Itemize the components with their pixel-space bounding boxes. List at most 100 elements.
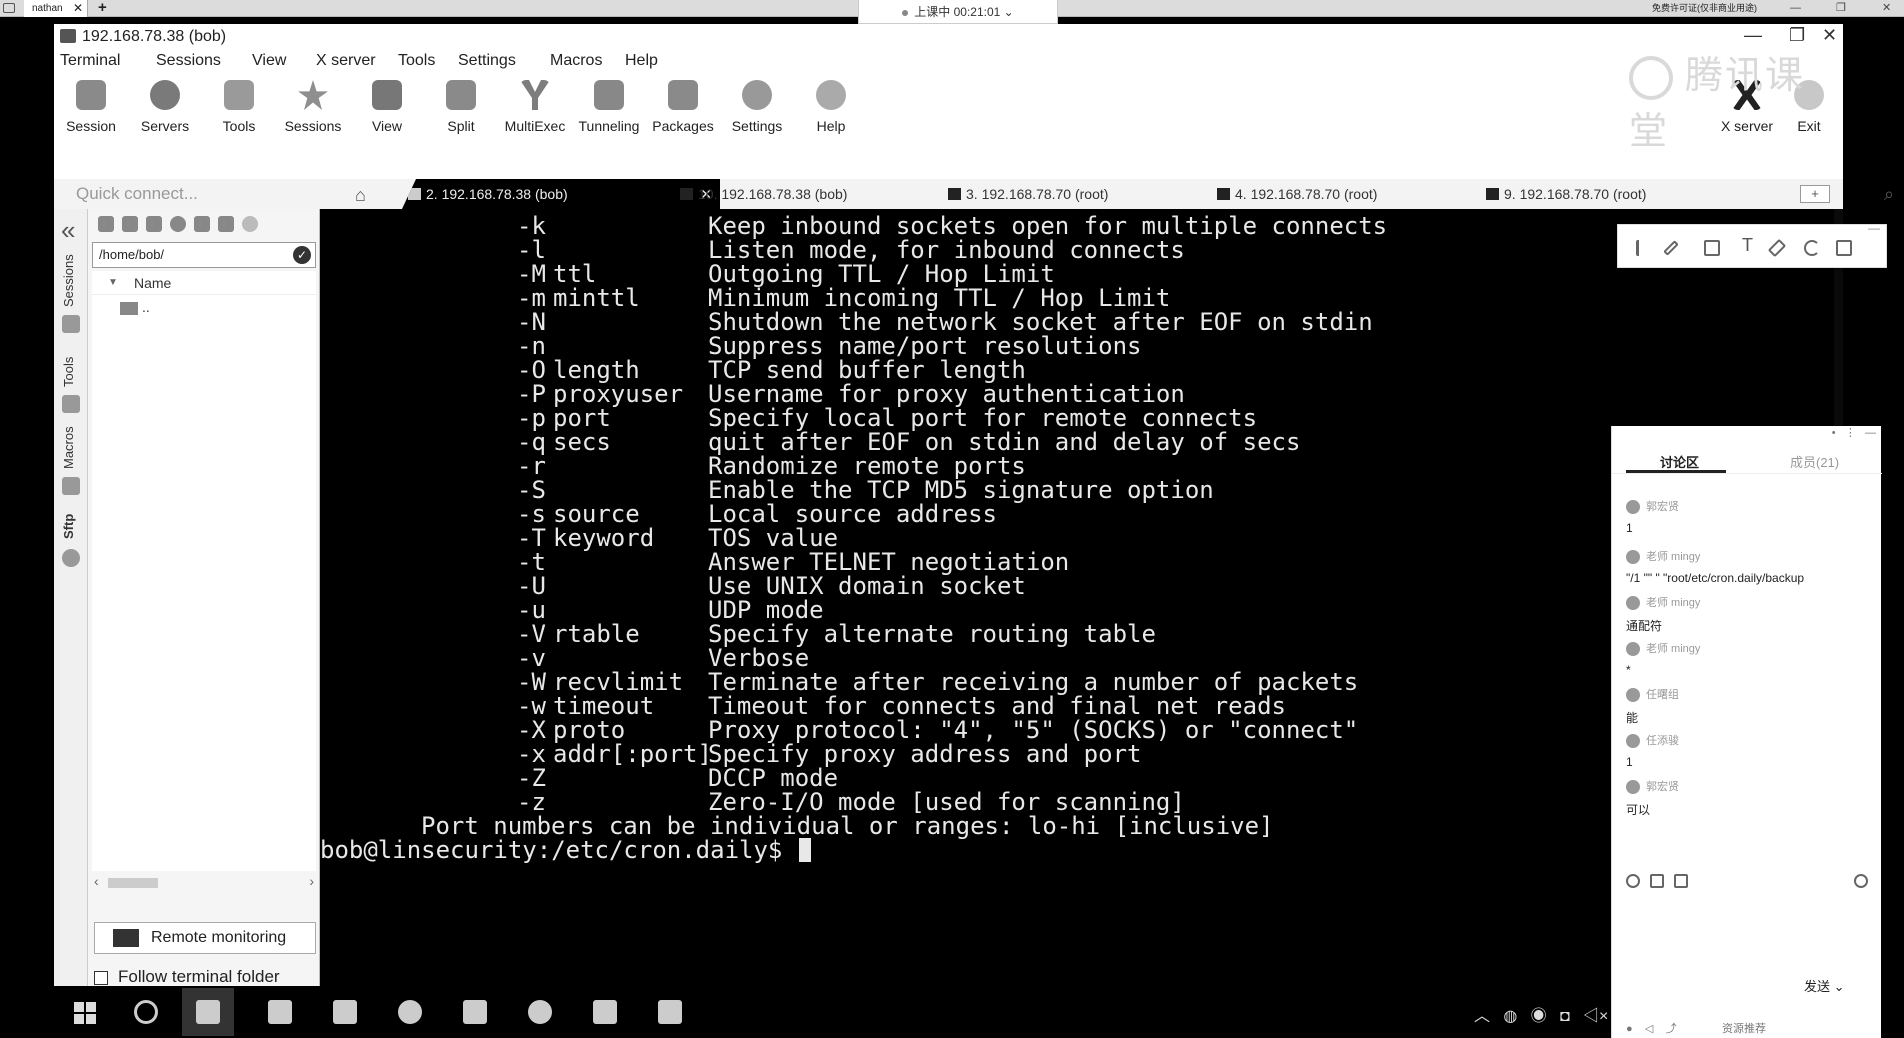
toolbar-multiexec-button[interactable]: MultiExec xyxy=(498,80,572,134)
taskbar-search-icon[interactable] xyxy=(128,994,164,1030)
emoji-icon[interactable] xyxy=(1626,874,1640,888)
session-tab-4[interactable]: 4. 192.168.78.70 (root) xyxy=(1211,179,1461,209)
taskbar-chrome-icon[interactable] xyxy=(522,994,558,1030)
eraser-icon[interactable] xyxy=(1767,238,1787,258)
session-tab-10[interactable]: 10. 192.168.78.38 (bob) xyxy=(674,179,924,209)
upload-icon[interactable] xyxy=(146,216,162,232)
toolbar-view-button[interactable]: View xyxy=(350,80,424,134)
delete-icon[interactable] xyxy=(242,216,258,232)
sftp-path-input[interactable]: /home/bob/ ✓ xyxy=(92,242,316,268)
more-icon[interactable]: ⋮ xyxy=(1845,427,1856,439)
share-icon[interactable]: ⤴ xyxy=(1666,1023,1677,1035)
live-session-indicator[interactable]: 上课中 00:21:01 ⌄ xyxy=(858,0,1058,24)
toolbar-packages-button[interactable]: Packages xyxy=(646,80,720,134)
toolbar-tools-button[interactable]: Tools xyxy=(202,80,276,134)
toolbar-settings-button[interactable]: Settings xyxy=(720,80,794,134)
taskbar-photos-icon[interactable] xyxy=(182,988,234,1036)
window-maximize-button[interactable]: ❐ xyxy=(1789,25,1805,46)
toolbar-sessions-button[interactable]: Sessions xyxy=(276,80,350,134)
name-column-header[interactable]: ▼ Name xyxy=(92,271,316,295)
tab-members[interactable]: 成员(21) xyxy=(1790,452,1839,471)
menu-settings[interactable]: Settings xyxy=(458,52,516,70)
chat-bubble-icon[interactable]: ◘ xyxy=(1560,1008,1570,1025)
pen-icon[interactable] xyxy=(1663,240,1679,256)
speaker-icon[interactable]: ◁ xyxy=(1645,1023,1653,1035)
close-tab-icon[interactable]: ✕ xyxy=(73,0,83,17)
close-window-button[interactable]: ✕ xyxy=(1882,0,1891,17)
sftp-side-tab[interactable]: Sftp xyxy=(61,514,76,539)
taskbar-app-icon[interactable] xyxy=(457,994,493,1030)
taskbar-taskview-icon[interactable] xyxy=(262,994,298,1030)
undo-icon[interactable] xyxy=(1804,240,1820,256)
window-close-button[interactable]: ✕ xyxy=(1822,25,1837,46)
taskbar-terminal-icon[interactable] xyxy=(587,994,623,1030)
pin-icon[interactable]: • xyxy=(1832,427,1836,439)
tab-list-icon[interactable] xyxy=(3,3,15,13)
text-icon[interactable]: T xyxy=(1742,235,1753,256)
rectangle-icon[interactable] xyxy=(1704,240,1720,256)
taskbar-edge-icon[interactable] xyxy=(392,994,428,1030)
menu-macros[interactable]: Macros xyxy=(550,52,602,70)
new-folder-icon[interactable] xyxy=(194,216,210,232)
paperclip-icon[interactable]: ⌕ xyxy=(1884,184,1894,205)
download-icon[interactable] xyxy=(122,216,138,232)
toolbar-tunneling-button[interactable]: Tunneling xyxy=(572,80,646,134)
resource-recommend-link[interactable]: 资源推荐 xyxy=(1722,1020,1766,1036)
menu-sessions[interactable]: Sessions xyxy=(156,52,221,70)
start-button[interactable] xyxy=(74,1002,96,1024)
horizontal-scrollbar[interactable]: ‹ › xyxy=(92,873,316,891)
quick-connect-input[interactable]: Quick connect... xyxy=(64,181,314,207)
toolbar-servers-button[interactable]: Servers xyxy=(128,80,202,134)
shell-prompt-line[interactable]: bob@linsecurity:/etc/cron.daily$ xyxy=(320,838,811,862)
list-item[interactable]: .. xyxy=(120,299,150,315)
folder-up-icon[interactable] xyxy=(98,216,114,232)
home-icon[interactable]: ⌂ xyxy=(355,185,366,206)
session-tab-9[interactable]: 9. 192.168.78.70 (root) xyxy=(1480,179,1730,209)
volume-muted-icon[interactable]: ◁× xyxy=(1583,1008,1608,1025)
session-tab-3[interactable]: 3. 192.168.78.70 (root) xyxy=(942,179,1192,209)
scroll-left-icon[interactable]: ‹ xyxy=(94,873,99,889)
scissors-icon[interactable] xyxy=(1650,874,1664,888)
sessions-side-tab[interactable]: Sessions xyxy=(61,254,76,307)
menu-tools[interactable]: Tools xyxy=(398,52,435,70)
minimize-icon[interactable]: — xyxy=(1865,427,1876,439)
tools-side-tab[interactable]: Tools xyxy=(61,357,76,387)
new-tab-button[interactable]: + xyxy=(98,0,107,16)
scroll-right-icon[interactable]: › xyxy=(309,873,314,889)
restore-button[interactable]: ❐ xyxy=(1836,0,1846,17)
browser-tab[interactable]: nathan ✕ xyxy=(24,0,88,17)
scroll-thumb[interactable] xyxy=(108,878,158,888)
minimize-icon[interactable]: — xyxy=(1868,221,1880,235)
mic-icon[interactable]: ● xyxy=(1626,1023,1633,1035)
tray-app-icon[interactable]: ◉ xyxy=(1531,1008,1547,1025)
pointer-icon[interactable] xyxy=(1636,240,1652,256)
tab-discussion[interactable]: 讨论区 xyxy=(1660,452,1699,471)
follow-terminal-folder-checkbox[interactable]: Follow terminal folder xyxy=(94,967,280,987)
image-icon[interactable] xyxy=(1674,874,1688,888)
menu-help[interactable]: Help xyxy=(625,52,658,70)
minimize-button[interactable]: — xyxy=(1790,0,1801,17)
confirm-path-icon[interactable]: ✓ xyxy=(293,246,311,264)
remote-monitoring-button[interactable]: Remote monitoring xyxy=(94,922,316,954)
trash-icon[interactable] xyxy=(1836,240,1852,256)
network-icon[interactable]: ◍ xyxy=(1503,1008,1517,1025)
send-button[interactable]: 发送 ⌄ xyxy=(1794,976,1864,998)
menu-view[interactable]: View xyxy=(252,52,286,70)
toolbar-split-button[interactable]: Split xyxy=(424,80,498,134)
menu-terminal[interactable]: Terminal xyxy=(60,52,120,70)
taskbar-explorer-icon[interactable] xyxy=(327,994,363,1030)
session-tab-2[interactable]: 2. 192.168.78.38 (bob) ✕ xyxy=(402,179,720,209)
new-session-tab-button[interactable]: + xyxy=(1800,185,1830,203)
menu-x-server[interactable]: X server xyxy=(316,52,376,70)
settings-icon[interactable] xyxy=(1854,874,1868,888)
toolbar-session-button[interactable]: Session xyxy=(54,80,128,134)
collapse-sidebar-icon[interactable]: « xyxy=(61,215,75,246)
new-file-icon[interactable] xyxy=(218,216,234,232)
window-minimize-button[interactable]: — xyxy=(1744,25,1762,46)
option-description: Keep inbound sockets open for multiple c… xyxy=(708,212,1388,240)
toolbar-help-button[interactable]: Help xyxy=(794,80,868,134)
taskbar-vmware-icon[interactable] xyxy=(652,994,688,1030)
tray-chevron-icon[interactable]: ︿ xyxy=(1474,1008,1490,1025)
refresh-icon[interactable] xyxy=(170,216,186,232)
macros-side-tab[interactable]: Macros xyxy=(61,426,76,469)
